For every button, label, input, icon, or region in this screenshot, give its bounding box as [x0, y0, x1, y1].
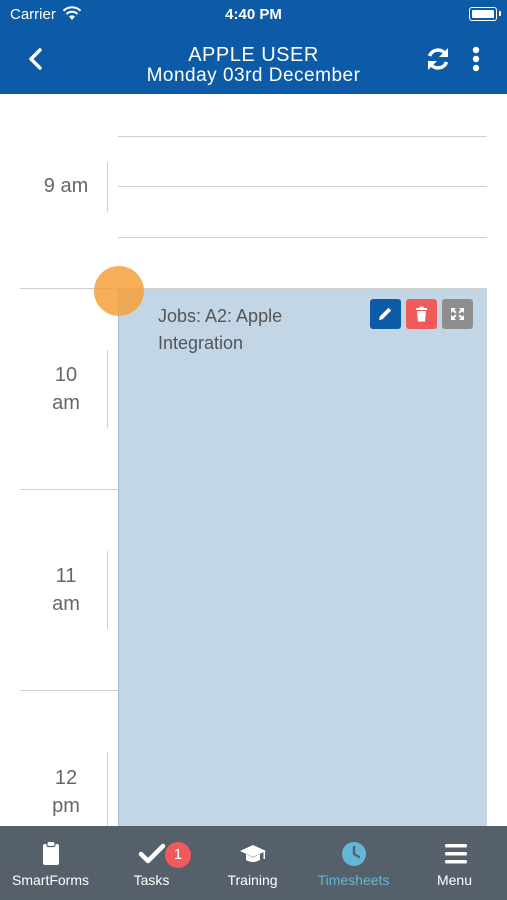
tab-label: SmartForms — [12, 872, 89, 888]
more-options-button[interactable] — [466, 46, 486, 72]
trash-icon — [416, 306, 427, 322]
half-hour-line — [118, 186, 487, 187]
hour-line — [20, 690, 118, 691]
delete-event-button[interactable] — [406, 299, 437, 329]
checkmark-icon — [138, 843, 165, 864]
tab-label: Training — [227, 872, 278, 888]
tab-smartforms[interactable]: SmartForms — [0, 826, 101, 900]
hour-label-10am: 10 am — [20, 361, 112, 417]
app: Carrier 4:40 PM APPLE USER Monday 03rd D… — [0, 0, 507, 900]
expand-event-button[interactable] — [442, 299, 473, 329]
edit-event-button[interactable] — [370, 299, 401, 329]
calendar-event[interactable]: Jobs: A2: Apple Integration — [118, 289, 487, 826]
page-subtitle: Monday 03rd December — [146, 65, 361, 86]
page-title: APPLE USER — [188, 44, 319, 66]
event-title-line: Jobs: A2: Apple — [158, 306, 283, 326]
hour-label-line: pm — [52, 795, 80, 817]
hour-label-line: 12 — [54, 767, 78, 789]
status-time: 4:40 PM — [225, 6, 282, 23]
expand-icon — [451, 308, 464, 320]
clock-icon — [341, 842, 366, 866]
tab-label: Menu — [436, 872, 473, 888]
hour-label-line: am — [52, 392, 80, 414]
battery-icon — [469, 7, 501, 21]
hamburger-icon — [444, 844, 467, 864]
hour-label-11am: 11 am — [20, 562, 112, 618]
tab-label: Timesheets — [317, 872, 390, 888]
touch-indicator — [94, 266, 144, 316]
event-title-line: Integration — [158, 333, 244, 353]
tab-tasks[interactable]: 1 Tasks — [101, 826, 202, 900]
tab-menu[interactable]: Menu — [404, 826, 507, 900]
status-bar: Carrier 4:40 PM — [0, 0, 507, 28]
hour-label-9am: 9 am — [20, 172, 112, 200]
header: Carrier 4:40 PM APPLE USER Monday 03rd D… — [0, 0, 507, 94]
pencil-icon — [379, 307, 392, 320]
half-hour-line — [118, 237, 487, 238]
refresh-button[interactable] — [424, 45, 452, 73]
chevron-left-icon — [29, 48, 42, 70]
hour-label-line: am — [52, 593, 80, 615]
hour-label-line: 11 — [55, 565, 77, 587]
refresh-icon — [427, 48, 449, 70]
graduation-cap-icon — [239, 845, 266, 862]
back-button[interactable] — [22, 44, 50, 74]
half-hour-line — [118, 136, 487, 137]
hour-line — [20, 489, 118, 490]
more-vertical-icon — [472, 46, 480, 72]
tab-bar: SmartForms 1 Tasks Training Timesheets M… — [0, 826, 507, 900]
hour-label-line: 9 am — [43, 175, 89, 197]
clipboard-icon — [42, 840, 59, 865]
tab-label: Tasks — [133, 872, 170, 888]
hour-label-12pm: 12 pm — [20, 764, 112, 820]
tab-timesheets[interactable]: Timesheets — [303, 826, 404, 900]
day-calendar[interactable]: 9 am 10 am 11 am 12 pm Jobs: A2: Apple I… — [0, 94, 507, 826]
hour-label-line: 10 — [54, 364, 78, 386]
header-title-block: APPLE USER Monday 03rd December — [100, 44, 407, 86]
tasks-badge: 1 — [165, 842, 191, 868]
tab-training[interactable]: Training — [202, 826, 303, 900]
event-title: Jobs: A2: Apple Integration — [158, 303, 358, 357]
